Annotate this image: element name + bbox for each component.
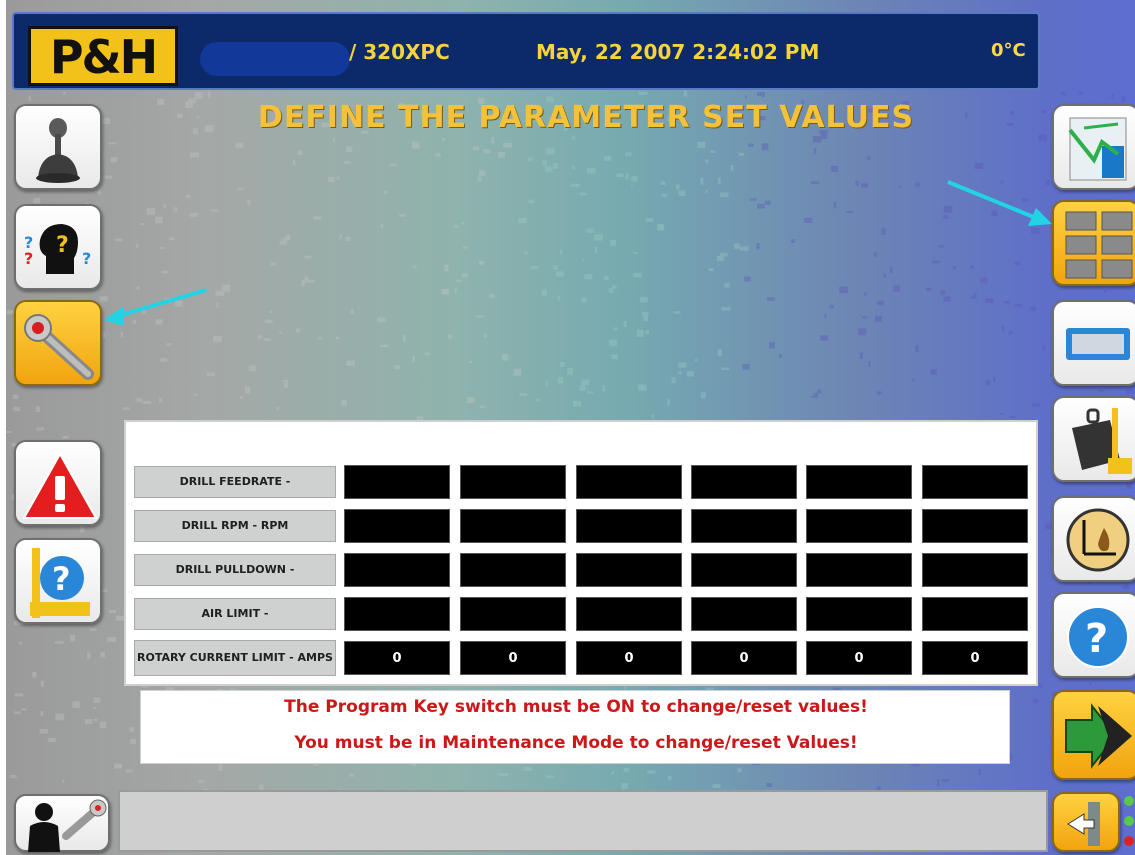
- maintenance-mode-warning: You must be in Maintenance Mode to chang…: [294, 733, 858, 753]
- param-value-field[interactable]: [344, 509, 450, 543]
- param-value-field[interactable]: [344, 597, 450, 631]
- alarms-button[interactable]: [14, 440, 102, 526]
- drill-help-button[interactable]: ?: [14, 538, 102, 624]
- map-trend-button[interactable]: [1052, 104, 1135, 190]
- param-label: AIR LIMIT -: [134, 598, 336, 630]
- param-value-field[interactable]: [691, 509, 797, 543]
- status-led-green: [1124, 796, 1134, 806]
- leveling-icon: [1066, 508, 1130, 572]
- leveling-button[interactable]: [1052, 496, 1135, 582]
- maintenance-wrench-button[interactable]: [14, 300, 102, 386]
- svg-text:?: ?: [56, 233, 69, 258]
- param-value-field[interactable]: [806, 509, 912, 543]
- alarm-warning-icon: [22, 451, 98, 519]
- panel-display-icon: [1066, 328, 1130, 360]
- page-title: DEFINE THE PARAMETER SET VALUES: [257, 100, 915, 135]
- parameter-set-table: DRILL FEEDRATE - DRILL RPM - RPM DRILL PUL…: [124, 420, 1038, 686]
- param-value-field[interactable]: [460, 465, 566, 499]
- next-screen-button[interactable]: [1052, 690, 1135, 780]
- param-value-field[interactable]: 0: [806, 641, 912, 675]
- machine-id-field: [200, 42, 350, 76]
- exit-button[interactable]: [1052, 792, 1120, 852]
- machine-model: / 320XPC: [349, 40, 450, 64]
- param-value-field[interactable]: [576, 597, 682, 631]
- help-head-button[interactable]: ? ? ? ?: [14, 204, 102, 290]
- svg-text:?: ?: [24, 249, 33, 268]
- wrench-icon: [24, 314, 94, 380]
- annotation-arrow-right: [947, 180, 1052, 226]
- param-value-field[interactable]: 0: [460, 641, 566, 675]
- joystick-button[interactable]: [14, 104, 102, 190]
- param-value-field[interactable]: [344, 553, 450, 587]
- param-value-field[interactable]: [460, 553, 566, 587]
- help-head-icon: ? ? ? ?: [24, 224, 91, 274]
- status-led-red: [1124, 836, 1134, 846]
- param-value-field[interactable]: [576, 553, 682, 587]
- param-value-field[interactable]: [691, 465, 797, 499]
- logo-text: P&H: [49, 30, 158, 84]
- param-value-field[interactable]: [576, 509, 682, 543]
- param-value-field[interactable]: 0: [344, 641, 450, 675]
- param-label: DRILL FEEDRATE -: [134, 466, 336, 498]
- header-bar: P&H: [12, 12, 1040, 90]
- svg-text:?: ?: [82, 249, 91, 268]
- param-value-field[interactable]: [922, 553, 1028, 587]
- status-bar: [118, 790, 1048, 852]
- date-time: May, 22 2007 2:24:02 PM: [536, 40, 820, 64]
- param-value-field[interactable]: [576, 465, 682, 499]
- drill-help-icon: ?: [30, 548, 90, 618]
- param-value-field[interactable]: [691, 553, 797, 587]
- param-label: DRILL PULLDOWN -: [134, 554, 336, 586]
- param-value-field[interactable]: 0: [922, 641, 1028, 675]
- param-label: ROTARY CURRENT LIMIT - AMPS: [134, 640, 336, 676]
- param-label: DRILL RPM - RPM: [134, 510, 336, 542]
- exit-door-icon: [1067, 802, 1100, 846]
- svg-text:?: ?: [52, 560, 71, 598]
- param-value-field[interactable]: [806, 465, 912, 499]
- program-key-warning: The Program Key switch must be ON to cha…: [284, 697, 868, 717]
- help-button[interactable]: ?: [1052, 592, 1135, 678]
- annotation-arrow-left: [104, 288, 207, 326]
- parameter-sets-button[interactable]: [1052, 200, 1135, 286]
- next-arrow-icon: [1065, 703, 1132, 769]
- operator-button[interactable]: [14, 794, 110, 852]
- param-value-field[interactable]: [922, 465, 1028, 499]
- payload-weight-button[interactable]: [1052, 396, 1135, 482]
- status-led-green-2: [1124, 816, 1134, 826]
- message-panel: The Program Key switch must be ON to cha…: [140, 690, 1010, 764]
- param-value-field[interactable]: [344, 465, 450, 499]
- joystick-icon: [36, 118, 80, 183]
- param-value-field[interactable]: [922, 597, 1028, 631]
- param-value-field[interactable]: [460, 597, 566, 631]
- map-trend-icon: [1068, 117, 1127, 181]
- param-value-field[interactable]: [460, 509, 566, 543]
- help-icon: ?: [1067, 606, 1129, 668]
- ph-logo: P&H: [28, 26, 178, 86]
- param-value-field[interactable]: [922, 509, 1028, 543]
- param-value-field[interactable]: [806, 597, 912, 631]
- svg-text:?: ?: [1085, 616, 1108, 662]
- param-value-field[interactable]: [806, 553, 912, 587]
- param-value-field[interactable]: 0: [691, 641, 797, 675]
- param-value-field[interactable]: [691, 597, 797, 631]
- hmi-screen: P&H / 320XPC May, 22 2007 2:24:02 PM 0°C…: [6, 0, 1135, 855]
- operator-wrench-icon: [28, 799, 107, 852]
- param-value-field[interactable]: 0: [576, 641, 682, 675]
- temperature-readout: 0°C: [991, 40, 1026, 61]
- weight-icon: [1072, 408, 1132, 474]
- grid-view-icon: [1065, 211, 1133, 279]
- panel-display-button[interactable]: [1052, 300, 1135, 386]
